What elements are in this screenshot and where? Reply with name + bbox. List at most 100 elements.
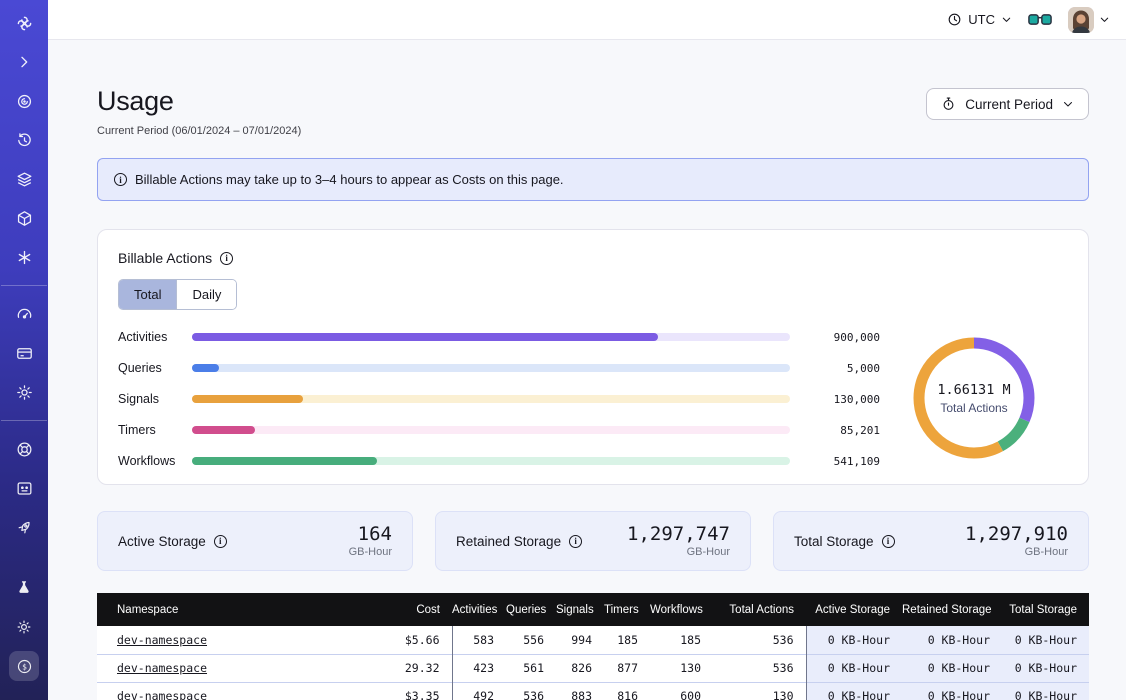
- table-cell: 0 KB-Hour: [806, 626, 902, 654]
- table-cell: 0 KB-Hour: [806, 654, 902, 682]
- billable-actions-title: Billable Actions: [118, 250, 212, 266]
- sidebar-bottom-group: $: [9, 573, 39, 690]
- table-cell: 185: [604, 626, 650, 654]
- stopwatch-icon: [941, 96, 956, 112]
- namespace-link[interactable]: dev-namespace: [117, 661, 207, 675]
- table-cell: 0 KB-Hour: [902, 654, 1002, 682]
- storage-card-value: 164: [349, 524, 392, 545]
- table-cell: 536: [713, 626, 806, 654]
- total-daily-toggle: TotalDaily: [118, 279, 237, 310]
- billable-chart: Activities900,000Queries5,000Signals130,…: [118, 328, 1068, 468]
- info-banner: Billable Actions may take up to 3–4 hour…: [97, 158, 1089, 201]
- bar-chart: Activities900,000Queries5,000Signals130,…: [118, 328, 880, 468]
- namespace-link[interactable]: dev-namespace: [117, 633, 207, 647]
- table-row: dev-namespace29.324235618268771305360 KB…: [97, 654, 1089, 682]
- table-cell: 883: [556, 682, 604, 700]
- info-icon[interactable]: [569, 535, 582, 548]
- history-clock-icon[interactable]: [9, 125, 39, 155]
- cube-icon[interactable]: [9, 203, 39, 233]
- labs-flask-icon[interactable]: [9, 573, 39, 603]
- chevron-down-icon: [1062, 98, 1074, 110]
- bar-track: [192, 395, 790, 403]
- info-icon[interactable]: [220, 252, 233, 265]
- table-cell: $3.35: [297, 682, 452, 700]
- storage-card-label: Retained Storage: [456, 534, 561, 549]
- column-header-queries: Queries: [506, 593, 556, 626]
- storage-card-active-storage: Active Storage164GB-Hour: [97, 511, 413, 571]
- costs-dollar-icon[interactable]: $: [9, 651, 39, 681]
- table-cell: 0 KB-Hour: [1002, 654, 1089, 682]
- chevron-down-icon: [1001, 14, 1012, 25]
- timezone-label: UTC: [968, 12, 995, 27]
- period-selector-button[interactable]: Current Period: [926, 88, 1089, 120]
- sidebar-divider: [1, 420, 47, 421]
- feedback-terminal-icon[interactable]: [9, 473, 39, 503]
- page-header: Usage Current Period (06/01/2024 – 07/01…: [97, 86, 1089, 137]
- app-window: $ UTC: [0, 0, 1126, 700]
- table-cell: 0 KB-Hour: [806, 682, 902, 700]
- column-header-activities: Activities: [452, 593, 506, 626]
- tab-total[interactable]: Total: [119, 280, 176, 309]
- bar-row-timers: Timers85,201: [118, 423, 880, 437]
- user-menu[interactable]: [1068, 7, 1110, 33]
- column-header-cost: Cost: [297, 593, 452, 626]
- chevron-down-icon: [1099, 14, 1110, 25]
- bar-label: Queries: [118, 361, 182, 375]
- table-row: dev-namespace$5.665835569941851855360 KB…: [97, 626, 1089, 654]
- support-lifebuoy-icon[interactable]: [9, 434, 39, 464]
- sidebar: $: [0, 0, 48, 700]
- namespace-cell: dev-namespace: [97, 654, 297, 682]
- storage-card-label: Active Storage: [118, 534, 206, 549]
- table-cell: 0 KB-Hour: [1002, 626, 1089, 654]
- table-cell: 536: [506, 682, 556, 700]
- expand-chevron-icon[interactable]: [9, 47, 39, 77]
- table-cell: 0 KB-Hour: [902, 626, 1002, 654]
- theme-sun-icon[interactable]: [9, 612, 39, 642]
- sidebar-divider: [1, 285, 47, 286]
- timezone-selector[interactable]: UTC: [947, 12, 1012, 27]
- column-header-active-storage: Active Storage: [806, 593, 902, 626]
- getting-started-rocket-icon[interactable]: [9, 512, 39, 542]
- table-cell: 816: [604, 682, 650, 700]
- storage-card-label: Total Storage: [794, 534, 874, 549]
- bar-row-signals: Signals130,000: [118, 392, 880, 406]
- bar-row-queries: Queries5,000: [118, 361, 880, 375]
- storage-card-value: 1,297,747: [627, 524, 730, 545]
- settings-gear-icon[interactable]: [9, 377, 39, 407]
- banner-text: Billable Actions may take up to 3–4 hour…: [135, 172, 564, 187]
- table-cell: 583: [452, 626, 506, 654]
- column-header-workflows: Workflows: [650, 593, 713, 626]
- glasses-icon[interactable]: [1028, 13, 1052, 27]
- svg-text:$: $: [22, 662, 27, 671]
- donut-total-label: Total Actions: [940, 401, 1007, 415]
- usage-gauge-icon[interactable]: [9, 299, 39, 329]
- column-header-total-actions: Total Actions: [713, 593, 806, 626]
- storage-card-unit: GB-Hour: [965, 546, 1068, 558]
- table-cell: 0 KB-Hour: [1002, 682, 1089, 700]
- info-icon[interactable]: [214, 535, 227, 548]
- info-icon[interactable]: [882, 535, 895, 548]
- topbar: UTC: [48, 0, 1126, 40]
- info-icon: [114, 173, 127, 186]
- storage-summary-row: Active Storage 164 GB-Hour Retained Storage…: [97, 511, 1089, 571]
- temporal-logo-icon[interactable]: [9, 8, 39, 38]
- namespace-cell: dev-namespace: [97, 626, 297, 654]
- table-cell: 556: [506, 626, 556, 654]
- nexus-asterisk-icon[interactable]: [9, 242, 39, 272]
- bar-track: [192, 426, 790, 434]
- tab-daily[interactable]: Daily: [176, 280, 236, 309]
- billable-actions-card: Billable Actions TotalDaily Activities90…: [97, 229, 1089, 485]
- table-row: dev-namespace$3.354925368838166001300 KB…: [97, 682, 1089, 700]
- namespace-link[interactable]: dev-namespace: [117, 689, 207, 700]
- storage-card-retained-storage: Retained Storage1,297,747GB-Hour: [435, 511, 751, 571]
- table-cell: $5.66: [297, 626, 452, 654]
- bar-value: 130,000: [804, 393, 880, 406]
- table-cell: 536: [713, 654, 806, 682]
- namespaces-target-icon[interactable]: [9, 86, 39, 116]
- bar-label: Timers: [118, 423, 182, 437]
- billing-card-icon[interactable]: [9, 338, 39, 368]
- bar-value: 900,000: [804, 331, 880, 344]
- layers-icon[interactable]: [9, 164, 39, 194]
- table-cell: 994: [556, 626, 604, 654]
- table-cell: 826: [556, 654, 604, 682]
